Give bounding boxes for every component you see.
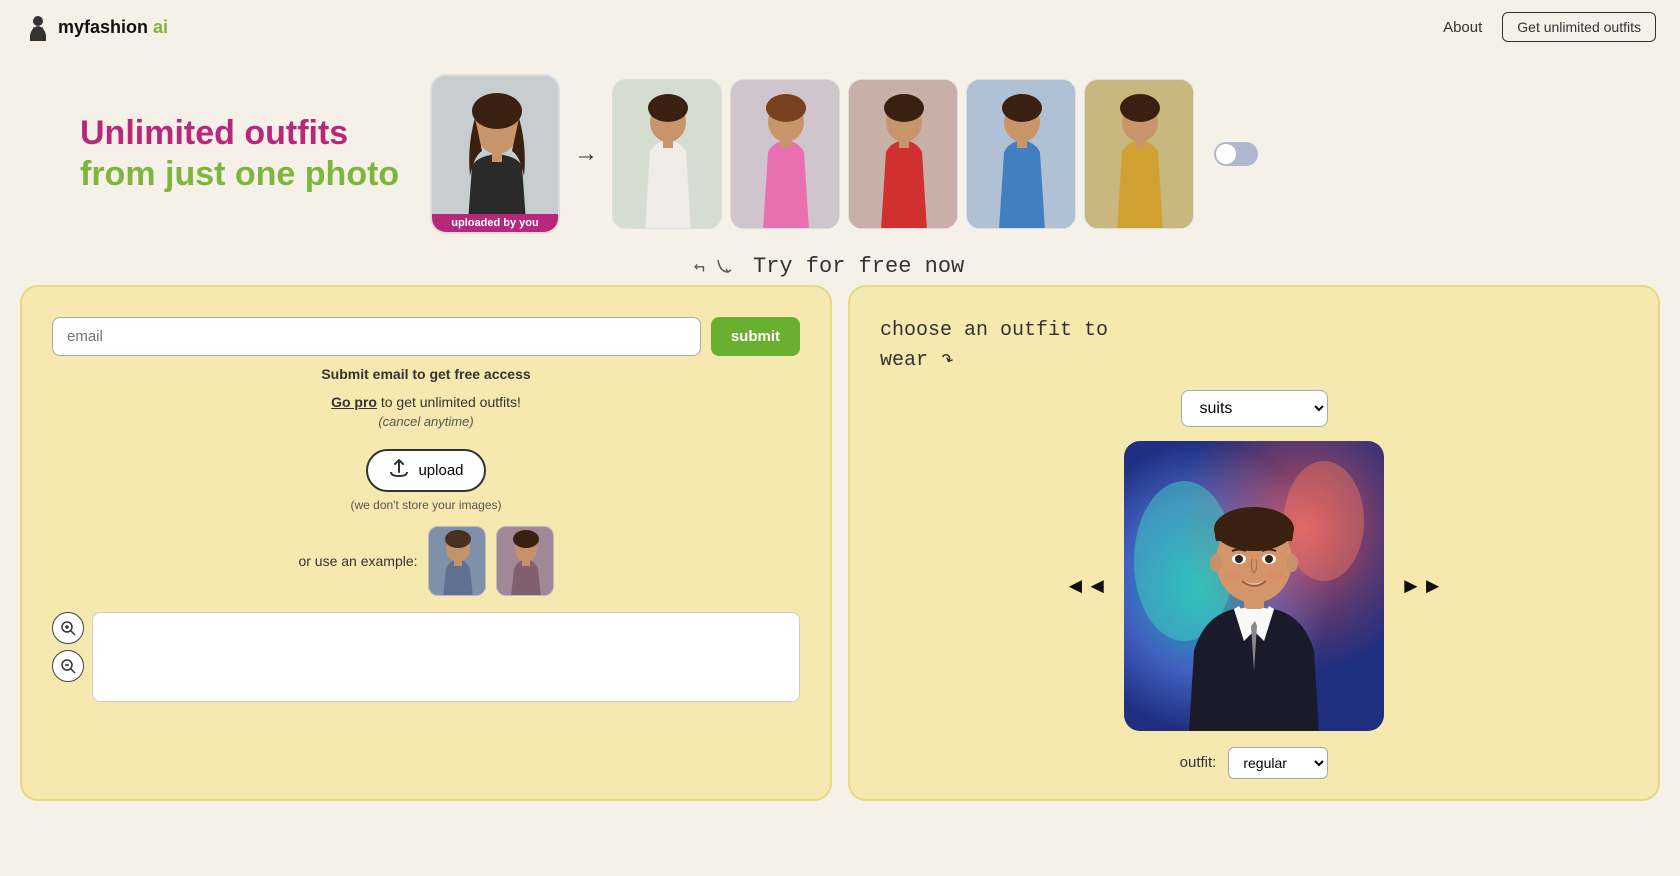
logo: myfashion ai xyxy=(24,13,168,41)
choose-outfit-label: choose an outfit towear ↷ xyxy=(880,317,1108,376)
nav-right: About Get unlimited outfits xyxy=(1443,12,1656,42)
outfit-thumb-5[interactable] xyxy=(1084,79,1194,229)
outfit-thumb-2[interactable] xyxy=(730,79,840,229)
logo-icon xyxy=(24,13,52,41)
uploaded-photo: uploaded by you xyxy=(430,74,560,234)
example-label: or use an example: xyxy=(298,553,417,569)
submit-button[interactable]: submit xyxy=(711,317,800,356)
cancel-note: (cancel anytime) xyxy=(52,414,800,429)
outfit-label-row: outfit: regular slim loose xyxy=(880,747,1628,779)
upload-label: upload xyxy=(418,462,463,479)
main-panels: submit Submit email to get free access G… xyxy=(0,285,1680,821)
zoom-in-button[interactable] xyxy=(52,612,84,644)
left-panel: submit Submit email to get free access G… xyxy=(20,285,832,801)
zoom-controls xyxy=(52,612,84,702)
outfit-select-row: suits casual formal sportswear dress xyxy=(880,390,1628,427)
photo-nav-row: ◄◄ xyxy=(880,441,1628,731)
canvas-box xyxy=(92,612,800,702)
right-panel: choose an outfit towear ↷ suits casual f… xyxy=(848,285,1660,801)
email-input[interactable] xyxy=(52,317,701,356)
next-photo-button[interactable]: ►► xyxy=(1400,573,1444,599)
email-row: submit xyxy=(52,317,800,356)
outfit-type-select[interactable]: regular slim loose xyxy=(1228,747,1328,779)
no-store-note: (we don't store your images) xyxy=(52,498,800,512)
upload-section: upload xyxy=(52,449,800,492)
example-row: or use an example: xyxy=(52,526,800,596)
outfit-thumb-3[interactable] xyxy=(848,79,958,229)
try-text: Try for free now xyxy=(716,254,964,279)
curve-arrow-icon: ↷ xyxy=(935,344,958,377)
go-pro-suffix: to get unlimited outfits! xyxy=(381,394,521,410)
go-pro-link[interactable]: Go pro xyxy=(331,394,377,410)
hero-outfits xyxy=(612,79,1194,229)
navbar: myfashion ai About Get unlimited outfits xyxy=(0,0,1680,54)
example-thumb-2[interactable] xyxy=(496,526,554,596)
main-photo-svg xyxy=(432,76,560,234)
canvas-area xyxy=(52,612,800,702)
upload-button[interactable]: upload xyxy=(366,449,485,492)
outfit-thumb-4[interactable] xyxy=(966,79,1076,229)
outfit-thumb-1[interactable] xyxy=(612,79,722,229)
prev-photo-button[interactable]: ◄◄ xyxy=(1064,573,1108,599)
upload-icon xyxy=(388,459,410,482)
get-unlimited-button[interactable]: Get unlimited outfits xyxy=(1502,12,1656,42)
uploaded-badge: uploaded by you xyxy=(432,214,558,232)
arrow-icon xyxy=(716,256,736,276)
toggle-switch[interactable] xyxy=(1214,142,1258,166)
zoom-out-button[interactable] xyxy=(52,650,84,682)
hero-arrow: → xyxy=(574,140,598,168)
example-thumb-1[interactable] xyxy=(428,526,486,596)
about-link[interactable]: About xyxy=(1443,19,1482,36)
hero-headline: Unlimited outfits from just one photo xyxy=(80,113,400,195)
try-section: Try for free now xyxy=(0,244,1680,285)
hero-photos: uploaded by you → xyxy=(430,74,1258,234)
logo-text: myfashion ai xyxy=(58,17,168,38)
go-pro-row: Go pro to get unlimited outfits! xyxy=(52,394,800,410)
outfit-select[interactable]: suits casual formal sportswear dress xyxy=(1181,390,1328,427)
hero-text: Unlimited outfits from just one photo xyxy=(80,113,400,195)
hero-section: Unlimited outfits from just one photo xyxy=(0,54,1680,244)
outfit-label: outfit: xyxy=(1180,754,1217,771)
main-outfit-photo xyxy=(1124,441,1384,731)
submit-hint: Submit email to get free access xyxy=(52,366,800,382)
